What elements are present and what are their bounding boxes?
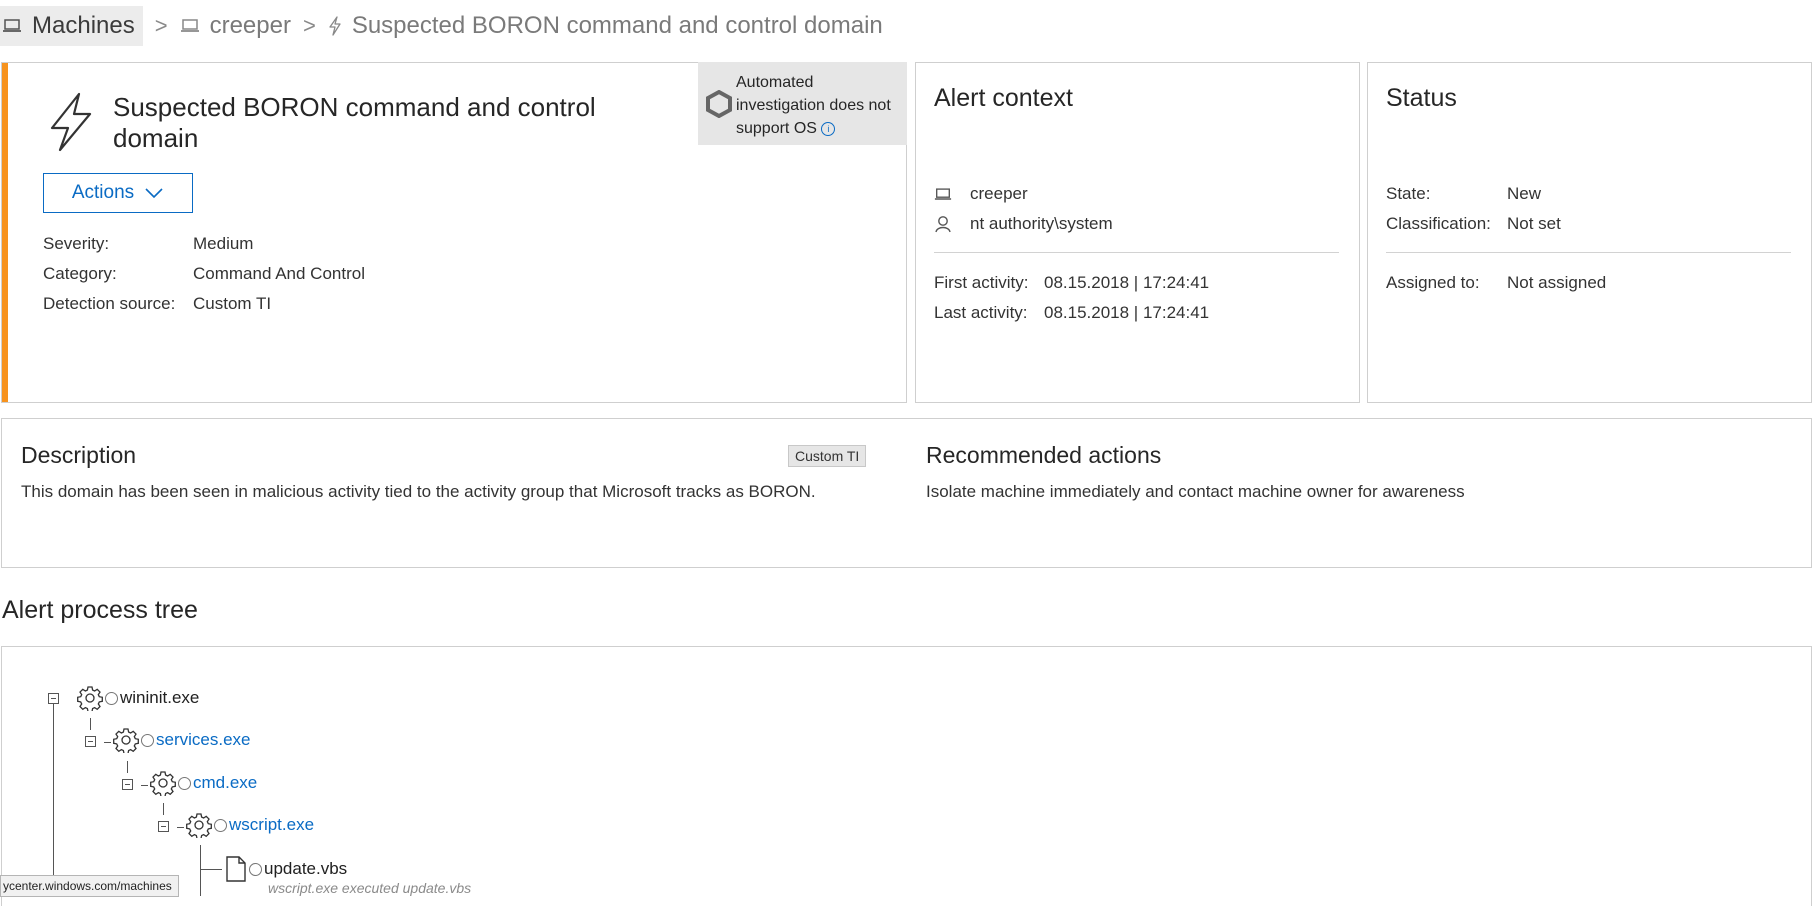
classification-value: Not set xyxy=(1507,214,1561,233)
chevron-right-icon: > xyxy=(154,13,168,38)
custom-ti-tag: Custom TI xyxy=(788,445,867,467)
tree-connector xyxy=(177,827,184,828)
description-text: This domain has been seen in malicious a… xyxy=(21,482,816,501)
file-execution-description: wscript.exe executed update.vbs xyxy=(268,880,472,896)
user-icon xyxy=(935,215,951,238)
file-node[interactable]: update.vbs xyxy=(225,856,347,882)
actions-button-label: Actions xyxy=(71,182,135,203)
recommended-actions-text: Isolate machine immediately and contact … xyxy=(926,482,1465,501)
laptop-icon xyxy=(180,19,200,33)
detection-source-value: Custom TI xyxy=(193,294,272,313)
file-icon xyxy=(226,856,246,882)
state-label: State: xyxy=(1386,184,1431,203)
assigned-label: Assigned to: xyxy=(1386,273,1480,292)
assigned-row: Assigned to: Not assigned xyxy=(1386,273,1606,293)
collapse-toggle[interactable] xyxy=(158,821,169,832)
breadcrumb-machines[interactable]: Machines xyxy=(0,6,143,46)
category-row: Category: Command And Control xyxy=(43,264,365,284)
chevron-down-icon xyxy=(145,188,163,199)
process-name: wininit.exe xyxy=(120,688,200,707)
detection-source-label: Detection source: xyxy=(43,294,176,313)
automated-investigation-text: Automated investigation does not support… xyxy=(736,74,891,137)
collapse-toggle[interactable] xyxy=(122,779,133,790)
actions-button[interactable]: Actions xyxy=(43,173,193,213)
detection-source-row: Detection source: Custom TI xyxy=(43,294,271,314)
last-activity-value: 08.15.2018 | 17:24:41 xyxy=(1044,303,1210,322)
alert-context-title: Alert context xyxy=(934,84,1073,112)
severity-label: Severity: xyxy=(43,234,110,253)
laptop-icon xyxy=(934,188,952,206)
context-user-link[interactable]: nt authority\system xyxy=(970,214,1113,234)
process-link[interactable]: wscript.exe xyxy=(229,815,314,835)
automated-investigation-notice: Automated investigation does not support… xyxy=(698,62,907,145)
node-radio[interactable] xyxy=(178,776,191,790)
node-radio[interactable] xyxy=(141,733,154,747)
divider xyxy=(934,252,1339,253)
classification-row: Classification: Not set xyxy=(1386,214,1561,234)
chevron-right-icon: > xyxy=(302,13,316,38)
severity-row: Severity: Medium xyxy=(43,234,253,254)
status-bar-url: ycenter.windows.com/machines xyxy=(0,875,179,897)
recommended-actions-title: Recommended actions xyxy=(926,442,1162,468)
process-node[interactable]: cmd.exe xyxy=(150,770,257,796)
node-radio[interactable] xyxy=(214,818,227,832)
severity-accent-bar xyxy=(2,63,8,402)
description-title: Description xyxy=(21,442,137,468)
breadcrumb: Machines > creeper > Suspected BORON com… xyxy=(0,6,883,46)
assigned-value: Not assigned xyxy=(1507,273,1607,292)
gear-icon xyxy=(186,813,212,838)
tree-connector xyxy=(163,803,164,815)
breadcrumb-machine[interactable]: creeper xyxy=(210,12,291,40)
investigation-hexagon-icon xyxy=(706,89,732,125)
tree-connector xyxy=(90,718,91,730)
severity-value: Medium xyxy=(193,234,254,253)
laptop-icon xyxy=(2,19,22,33)
alert-lightning-icon xyxy=(46,92,96,157)
first-activity-row: First activity: 08.15.2018 | 17:24:41 xyxy=(934,273,1209,293)
process-link[interactable]: services.exe xyxy=(156,730,250,750)
classification-label: Classification: xyxy=(1386,214,1491,233)
process-node[interactable]: wscript.exe xyxy=(186,812,314,838)
tree-connector xyxy=(104,742,111,743)
collapse-toggle[interactable] xyxy=(85,736,96,747)
lightning-icon xyxy=(328,16,342,36)
tree-connector xyxy=(200,869,222,870)
node-radio[interactable] xyxy=(105,691,118,705)
state-row: State: New xyxy=(1386,184,1541,204)
breadcrumb-alert: Suspected BORON command and control doma… xyxy=(351,12,883,39)
file-name: update.vbs xyxy=(264,859,348,878)
breadcrumb-machines-label: Machines xyxy=(32,12,135,39)
process-tree-title: Alert process tree xyxy=(2,596,198,624)
process-node[interactable]: services.exe xyxy=(113,727,250,753)
status-title: Status xyxy=(1386,84,1457,112)
process-node[interactable]: wininit.exe xyxy=(77,685,199,711)
gear-icon xyxy=(150,771,176,796)
category-value: Command And Control xyxy=(193,264,365,283)
tree-connector xyxy=(141,785,148,786)
tree-connector xyxy=(127,761,128,773)
context-machine-link[interactable]: creeper xyxy=(970,184,1028,204)
tree-connector xyxy=(53,704,54,896)
gear-icon xyxy=(113,728,139,753)
first-activity-value: 08.15.2018 | 17:24:41 xyxy=(1044,273,1210,292)
process-link[interactable]: cmd.exe xyxy=(193,773,257,793)
info-icon[interactable]: i xyxy=(821,121,836,136)
state-value: New xyxy=(1507,184,1542,203)
tree-connector xyxy=(200,845,201,896)
last-activity-label: Last activity: xyxy=(934,303,1028,322)
category-label: Category: xyxy=(43,264,117,283)
gear-icon xyxy=(77,686,103,711)
node-radio[interactable] xyxy=(249,862,262,876)
first-activity-label: First activity: xyxy=(934,273,1029,292)
last-activity-row: Last activity: 08.15.2018 | 17:24:41 xyxy=(934,303,1209,323)
collapse-toggle[interactable] xyxy=(48,693,59,704)
alert-title: Suspected BORON command and control doma… xyxy=(113,92,596,153)
divider xyxy=(1386,252,1791,253)
